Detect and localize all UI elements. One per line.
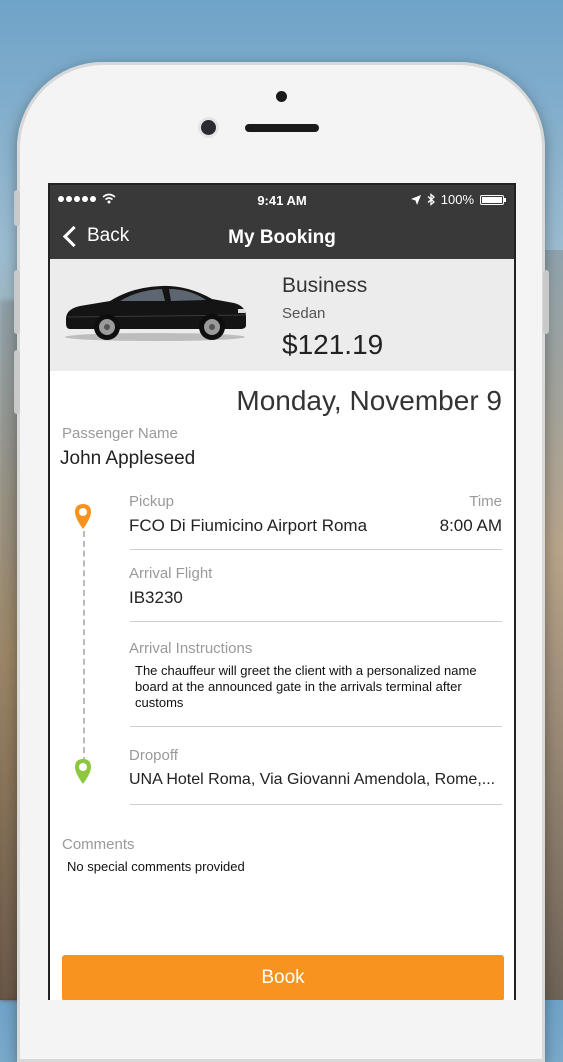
phone-volume-down	[14, 350, 20, 414]
map-pin-icon	[75, 759, 91, 784]
phone-sensor	[276, 91, 287, 102]
phone-power-button	[543, 270, 549, 334]
phone-mute-switch	[14, 190, 20, 226]
passenger-name-value: John Appleseed	[60, 448, 196, 469]
arrival-instructions-value: The chauffeur will greet the client with…	[135, 663, 477, 710]
map-pin-icon	[75, 504, 91, 529]
phone-volume-up	[14, 270, 20, 334]
comments-value: No special comments provided	[67, 859, 245, 874]
divider	[130, 804, 502, 805]
time-value: 8:00 AM	[439, 516, 502, 535]
app-screen: 9:41 AM 100% Back My Booking Business Se…	[48, 183, 516, 1000]
booking-date: Monday, November 9	[236, 385, 502, 416]
vehicle-class: Business	[282, 274, 368, 297]
divider	[130, 621, 502, 622]
phone-front-camera	[201, 120, 216, 135]
comments-label: Comments	[62, 836, 135, 853]
phone-earpiece	[245, 124, 319, 132]
car-image	[65, 285, 247, 341]
vehicle-price: $121.19	[282, 329, 384, 360]
time-label: Time	[469, 493, 502, 510]
dropoff-label: Dropoff	[129, 747, 178, 764]
passenger-name-label: Passenger Name	[62, 425, 178, 442]
arrival-flight-label: Arrival Flight	[129, 565, 213, 582]
page-title: My Booking	[228, 227, 336, 248]
battery-percent: 100%	[440, 192, 474, 207]
divider	[130, 726, 502, 727]
battery-icon	[480, 194, 506, 205]
pickup-label: Pickup	[129, 493, 175, 510]
vehicle-card: Business Sedan $121.19	[50, 259, 514, 371]
location-arrow-icon	[410, 194, 421, 205]
divider	[130, 549, 502, 550]
book-button[interactable]: Book	[62, 955, 504, 1000]
vehicle-type: Sedan	[282, 305, 326, 322]
arrival-instructions-label: Arrival Instructions	[129, 640, 253, 657]
dropoff-value: UNA Hotel Roma, Via Giovanni Amendola, R…	[129, 771, 496, 788]
navigation-bar: Back My Booking	[50, 215, 514, 259]
bluetooth-icon	[427, 193, 435, 206]
arrival-flight-value: IB3230	[129, 588, 183, 607]
status-bar: 9:41 AM 100%	[50, 185, 514, 215]
route-timeline	[83, 531, 85, 763]
pickup-value: FCO Di Fiumicino Airport Roma	[129, 516, 368, 535]
